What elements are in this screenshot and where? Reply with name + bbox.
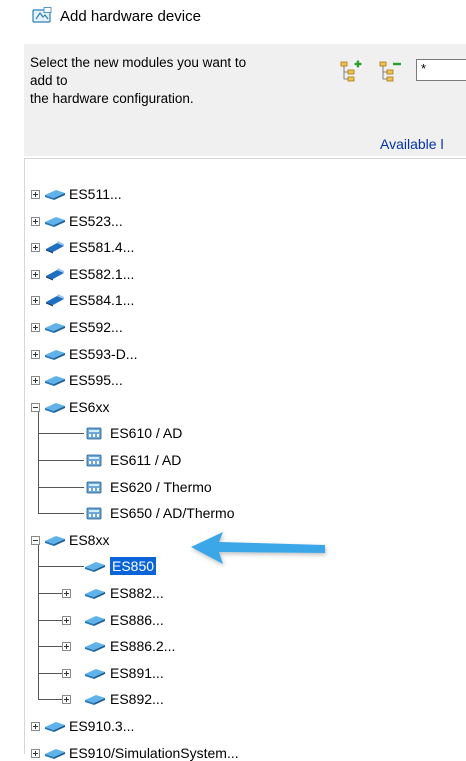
tree-item-selected[interactable]: ES850 <box>108 556 158 577</box>
tree-branch-line <box>38 433 84 435</box>
tree-branch-line <box>38 672 62 674</box>
module-icon <box>85 668 105 679</box>
tree-branch-line <box>38 646 62 648</box>
module-icon <box>45 748 65 759</box>
expand-icon[interactable] <box>31 349 40 359</box>
tree-item[interactable]: ES611 / AD <box>110 452 181 468</box>
tree-item[interactable]: ES610 / AD <box>110 425 182 441</box>
instruction-line: add to <box>30 73 68 88</box>
available-label: Available l <box>380 136 444 152</box>
measurement-module-icon <box>86 481 102 493</box>
expand-icon[interactable] <box>62 615 71 625</box>
expand-icon[interactable] <box>62 695 71 705</box>
window-title: Add hardware device <box>60 8 201 25</box>
tree-item[interactable]: ES886.2... <box>110 638 175 654</box>
tree-item[interactable]: ES595... <box>69 372 123 388</box>
instruction-text: Select the new modules you want to add t… <box>30 54 330 108</box>
tree-item[interactable]: ES581.4... <box>69 239 134 255</box>
tree-branch-line <box>38 566 84 568</box>
expand-icon[interactable] <box>31 269 40 279</box>
tree-item[interactable]: ES886... <box>110 612 164 628</box>
module-icon <box>45 376 65 387</box>
tree-branch-line <box>38 593 62 594</box>
title-bar: Add hardware device <box>0 0 466 34</box>
measurement-module-icon <box>86 454 102 467</box>
module-icon <box>45 190 65 200</box>
tree-branch-line <box>38 699 62 701</box>
tree-item[interactable]: ES891... <box>110 665 164 681</box>
tree-item[interactable]: ES892... <box>110 691 164 707</box>
collapse-icon[interactable] <box>31 535 40 545</box>
module-icon <box>45 535 65 546</box>
annotation-arrow-icon <box>191 532 325 564</box>
expand-icon[interactable] <box>31 216 40 226</box>
tree-item[interactable]: ES593-D... <box>69 346 137 362</box>
instruction-line: the hardware configuration. <box>30 91 194 106</box>
module-icon <box>45 216 65 227</box>
expand-icon[interactable] <box>31 722 40 731</box>
module-icon <box>45 402 65 413</box>
add-module-icon[interactable] <box>339 59 363 83</box>
tree-item[interactable]: ES511... <box>69 186 122 202</box>
expand-icon[interactable] <box>31 296 40 306</box>
module-icon <box>85 562 105 573</box>
tree-item[interactable]: ES620 / Thermo <box>110 479 212 495</box>
tree-branch-line <box>38 460 84 461</box>
tree-item[interactable]: ES582.1... <box>69 266 134 282</box>
tree-item[interactable]: ES584.1... <box>69 292 134 308</box>
measurement-module-icon <box>86 507 102 520</box>
module-icon <box>85 589 105 599</box>
tree-item[interactable]: ES523... <box>69 213 123 229</box>
tree-connector-line <box>38 411 39 514</box>
add-hardware-icon <box>32 7 52 23</box>
expand-icon[interactable] <box>31 748 40 758</box>
expand-icon[interactable] <box>62 642 71 652</box>
tree-item[interactable]: ES650 / AD/Thermo <box>110 505 235 521</box>
header-panel: Select the new modules you want to add t… <box>24 44 466 156</box>
expand-icon[interactable] <box>62 668 71 678</box>
tree-branch-line <box>38 619 62 621</box>
filter-input[interactable]: * <box>416 59 466 81</box>
tree-connector-line <box>38 544 39 700</box>
module-icon <box>85 615 105 626</box>
tree-item[interactable]: ES592... <box>69 319 123 335</box>
usb-module-icon <box>46 294 64 307</box>
module-icon <box>45 323 65 333</box>
expand-icon[interactable] <box>31 323 40 332</box>
module-icon <box>85 642 105 653</box>
instruction-line: Select the new modules you want to <box>30 55 247 70</box>
expand-icon[interactable] <box>62 589 71 598</box>
expand-icon[interactable] <box>31 190 40 199</box>
expand-icon[interactable] <box>31 376 40 386</box>
tree-item[interactable]: ES6xx <box>69 399 109 415</box>
tree-item[interactable]: ES8xx <box>69 532 109 548</box>
expand-icon[interactable] <box>31 243 40 253</box>
tree-branch-line <box>38 513 84 515</box>
tree-item[interactable]: ES882... <box>110 585 164 601</box>
measurement-module-icon <box>86 427 102 440</box>
remove-module-icon[interactable] <box>378 59 402 83</box>
tree-branch-line <box>38 486 84 488</box>
tree-item[interactable]: ES910.3... <box>69 718 134 734</box>
module-icon <box>85 695 105 706</box>
tree-item[interactable]: ES910/SimulationSystem... <box>69 745 239 761</box>
usb-module-icon <box>46 241 64 254</box>
usb-module-icon <box>46 267 64 281</box>
collapse-icon[interactable] <box>31 402 40 412</box>
module-icon <box>45 349 65 360</box>
module-icon <box>45 722 65 732</box>
